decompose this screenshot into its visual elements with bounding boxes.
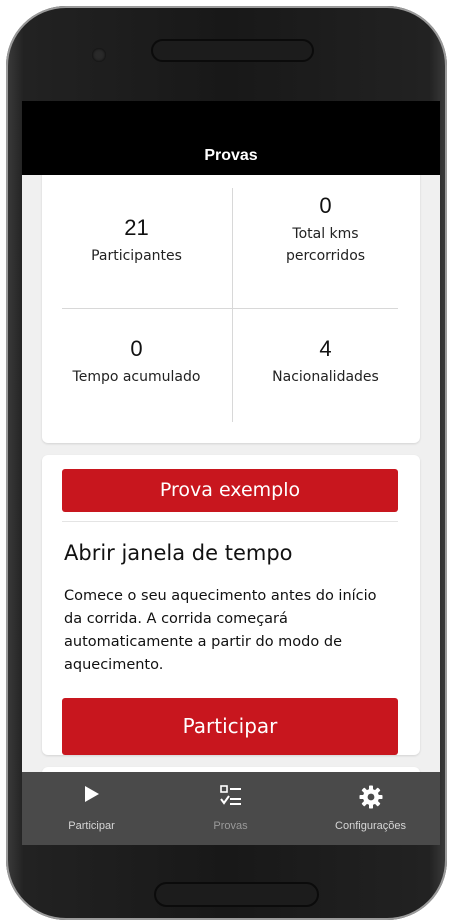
stat-value: 0 [319, 193, 332, 218]
stat-value: 21 [124, 215, 149, 240]
checklist-icon [219, 785, 241, 805]
race-description: Comece o seu aquecimento antes do início… [64, 588, 377, 673]
app-header: Provas [22, 101, 440, 175]
stat-label: Nacionalidades [272, 369, 379, 385]
content-scroll[interactable]: 21 Participantes 0 Total kms percorridos… [22, 175, 440, 772]
stat-total-kms: 0 Total kms percorridos [231, 193, 420, 267]
stat-label: Total kms percorridos [285, 226, 366, 264]
stat-participantes: 21 Participantes [42, 215, 231, 267]
stat-tempo-acumulado: 0 Tempo acumulado [42, 336, 231, 388]
gear-icon [359, 785, 382, 809]
race-divider [62, 521, 398, 522]
play-icon [84, 786, 99, 802]
stats-card: 21 Participantes 0 Total kms percorridos… [42, 175, 420, 443]
tab-label: Configurações [335, 820, 406, 832]
race-card: Prova exemplo Abrir janela de tempo Come… [42, 455, 420, 755]
stat-label: Tempo acumulado [72, 369, 201, 385]
earpiece-speaker [151, 39, 314, 62]
stat-value: 4 [319, 336, 332, 361]
front-camera [92, 48, 106, 62]
tab-provas[interactable]: Provas [161, 772, 300, 845]
tab-label: Provas [213, 820, 248, 832]
tab-participar[interactable]: Participar [22, 772, 161, 845]
race-title: Abrir janela de tempo [64, 541, 293, 565]
stat-label: Participantes [91, 248, 182, 264]
race-name-banner[interactable]: Prova exemplo [62, 469, 398, 512]
stat-value: 0 [130, 336, 143, 361]
home-button[interactable] [154, 882, 319, 907]
app-screen: Provas 21 Participantes 0 Total kms perc… [22, 101, 440, 845]
join-button[interactable]: Participar [62, 698, 398, 755]
page-title: Provas [204, 147, 258, 164]
stat-nacionalidades: 4 Nacionalidades [231, 336, 420, 388]
stats-horizontal-divider [62, 308, 398, 309]
tab-configuracoes[interactable]: Configurações [301, 772, 440, 845]
tab-label: Participar [68, 820, 115, 832]
tab-bar: Participar Provas Configurações [22, 772, 440, 845]
